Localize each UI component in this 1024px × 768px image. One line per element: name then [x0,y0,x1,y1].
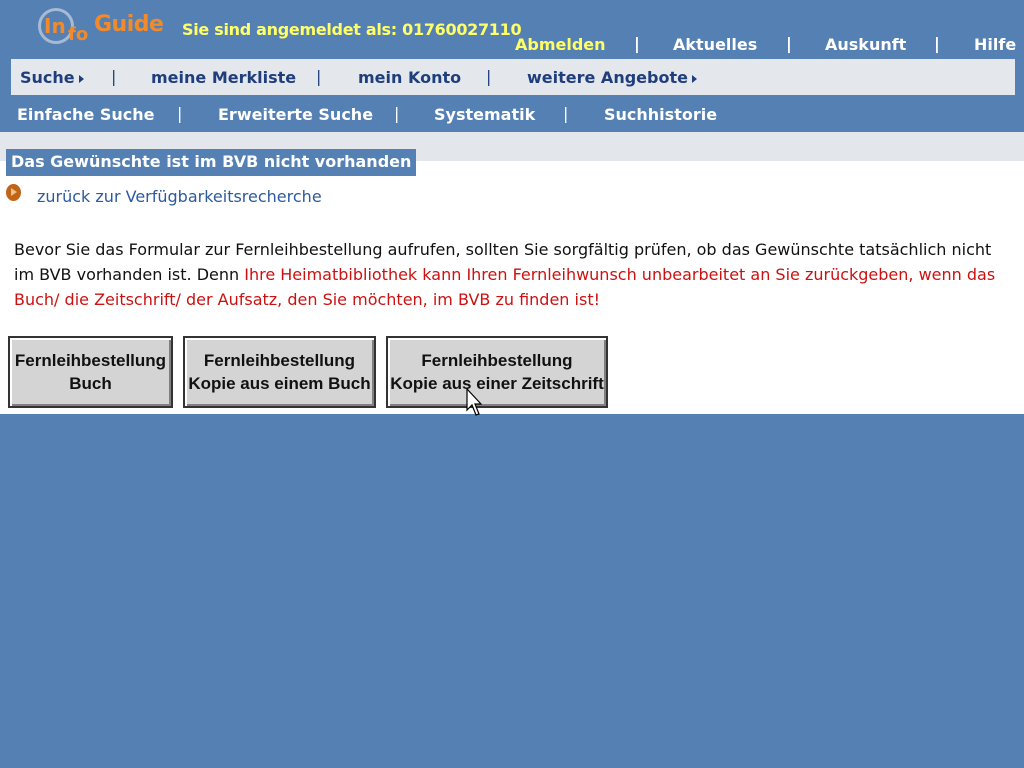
tab-einfache-suche[interactable]: Einfache Suche [17,105,155,124]
logo-text-part2: fo [68,24,89,45]
main-nav: Suche | meine Merkliste | mein Konto | w… [11,59,1015,95]
sub-nav: Einfache Suche | Erweiterte Suche | Syst… [0,97,1024,131]
order-book-button[interactable]: Fernleihbestellung Buch [8,336,173,408]
auskunft-link[interactable]: Auskunft [825,35,906,54]
separator: | [486,67,492,86]
separator: | [111,67,117,86]
nav-item-merkliste[interactable]: meine Merkliste [151,68,296,87]
separator: | [177,104,183,123]
triangle-right-icon [691,74,697,83]
button-label-line1: Fernleihbestellung [421,351,573,370]
button-label-line2: Kopie aus einem Buch [188,374,371,393]
separator: | [634,34,640,53]
logout-link[interactable]: Abmelden [515,35,606,54]
header: In fo Guide Sie sind angemeldet als: 017… [0,0,1024,58]
order-book-copy-button[interactable]: Fernleihbestellung Kopie aus einem Buch [183,336,376,408]
nav-item-label: weitere Angebote [527,68,688,87]
tab-suchhistorie[interactable]: Suchhistorie [604,105,717,124]
separator: | [394,104,400,123]
logo-text-part3: Guide [94,12,164,37]
aktuelles-link[interactable]: Aktuelles [673,35,757,54]
nav-item-suche[interactable]: Suche [20,68,84,87]
nav-item-weitere-angebote[interactable]: weitere Angebote [527,68,697,87]
tab-erweiterte-suche[interactable]: Erweiterte Suche [218,105,373,124]
back-arrow-icon[interactable] [6,184,21,201]
order-journal-copy-button[interactable]: Fernleihbestellung Kopie aus einer Zeits… [386,336,608,408]
button-label-line2: Buch [69,374,112,393]
content-panel: Das Gewünschte ist im BVB nicht vorhande… [0,132,1024,414]
separator: | [316,67,322,86]
separator: | [934,34,940,53]
notice-message: Bevor Sie das Formular zur Fernleihbeste… [14,237,1004,312]
button-label-line2: Kopie aus einer Zeitschrift [390,374,604,393]
mouse-pointer-icon [466,388,482,416]
nav-item-label: Suche [20,68,75,87]
logo-text-part1: In [44,14,66,38]
page-title: Das Gewünschte ist im BVB nicht vorhande… [6,149,417,176]
separator: | [786,34,792,53]
back-to-availability-link[interactable]: zurück zur Verfügbarkeitsrecherche [37,187,322,206]
button-label-line1: Fernleihbestellung [203,351,356,370]
triangle-right-icon [78,74,84,83]
button-label-line1: Fernleihbestellung [14,351,167,370]
hilfe-link[interactable]: Hilfe [974,35,1016,54]
infoguide-logo[interactable]: In fo Guide [38,6,164,50]
nav-item-konto[interactable]: mein Konto [358,68,461,87]
login-info: Sie sind angemeldet als: 01760027110 [182,20,522,39]
separator: | [563,104,569,123]
tab-systematik[interactable]: Systematik [434,105,535,124]
